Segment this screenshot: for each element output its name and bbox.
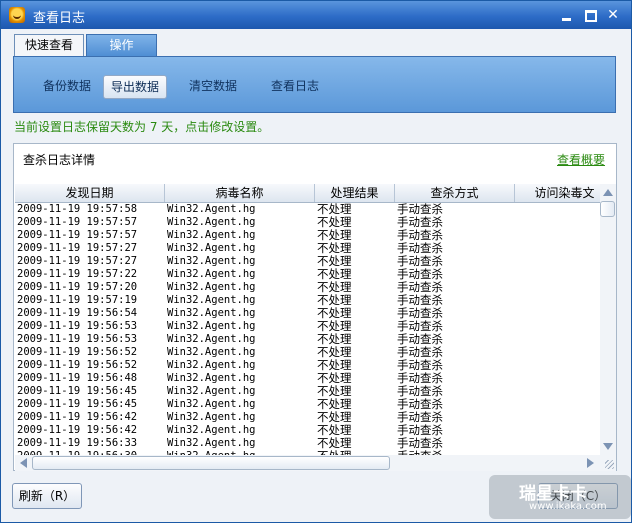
scroll-right-arrow-icon[interactable] [587, 458, 594, 468]
table-row[interactable]: 2009-11-19 19:57:27 Win32.Agent.hg 不处理 手动查杀 [15, 242, 600, 255]
cell-virus-name: Win32.Agent.hg [167, 307, 256, 319]
cell-discovery-date: 2009-11-19 19:57:27 [17, 255, 138, 267]
refresh-button[interactable]: 刷新（R） [12, 483, 82, 509]
cell-discovery-date: 2009-11-19 19:57:20 [17, 281, 138, 293]
table-header: 发现日期 病毒名称 处理结果 查杀方式 访问染毒文 [15, 184, 600, 203]
cell-discovery-date: 2009-11-19 19:57:22 [17, 268, 138, 280]
cell-discovery-date: 2009-11-19 19:57:58 [17, 203, 138, 215]
cell-discovery-date: 2009-11-19 19:57:57 [17, 229, 138, 241]
table-row[interactable]: 2009-11-19 19:57:27 Win32.Agent.hg 不处理 手动查杀 [15, 255, 600, 268]
table-row[interactable]: 2009-11-19 19:56:48 Win32.Agent.hg 不处理 手动查杀 [15, 372, 600, 385]
table-row[interactable]: 2009-11-19 19:57:57 Win32.Agent.hg 不处理 手动查杀 [15, 229, 600, 242]
operations-panel: 备份数据 导出数据 清空数据 查看日志 [13, 56, 616, 113]
column-virus-name[interactable]: 病毒名称 [165, 184, 315, 202]
table-row[interactable]: 2009-11-19 19:56:54 Win32.Agent.hg 不处理 手动查杀 [15, 307, 600, 320]
cell-virus-name: Win32.Agent.hg [167, 320, 256, 332]
scan-log-details: 查杀日志详情 查看概要 发现日期 病毒名称 处理结果 查杀方式 访问染毒文 20… [13, 143, 617, 471]
clear-data-button[interactable]: 清空数据 [177, 75, 249, 97]
close-window-button[interactable]: ✕ [603, 6, 623, 24]
column-discovery-date[interactable]: 发现日期 [15, 184, 165, 202]
minimize-button[interactable] [557, 6, 577, 24]
cell-virus-name: Win32.Agent.hg [167, 424, 256, 436]
cell-virus-name: Win32.Agent.hg [167, 411, 256, 423]
export-data-button[interactable]: 导出数据 [103, 75, 167, 99]
table-row[interactable]: 2009-11-19 19:57:58 Win32.Agent.hg 不处理 手动查杀 [15, 203, 600, 216]
cell-discovery-date: 2009-11-19 19:56:45 [17, 398, 138, 410]
table-row[interactable]: 2009-11-19 19:56:42 Win32.Agent.hg 不处理 手动查杀 [15, 411, 600, 424]
table-row[interactable]: 2009-11-19 19:57:57 Win32.Agent.hg 不处理 手动查杀 [15, 216, 600, 229]
cell-virus-name: Win32.Agent.hg [167, 255, 256, 267]
scroll-left-arrow-icon[interactable] [20, 458, 27, 468]
table-row[interactable]: 2009-11-19 19:56:52 Win32.Agent.hg 不处理 手动查杀 [15, 346, 600, 359]
window-title: 查看日志 [33, 11, 86, 26]
table-row[interactable]: 2009-11-19 19:56:53 Win32.Agent.hg 不处理 手动查杀 [15, 320, 600, 333]
cell-virus-name: Win32.Agent.hg [167, 385, 256, 397]
table-row[interactable]: 2009-11-19 19:56:45 Win32.Agent.hg 不处理 手动查杀 [15, 385, 600, 398]
cell-virus-name: Win32.Agent.hg [167, 268, 256, 280]
horizontal-scrollbar[interactable] [15, 455, 600, 471]
cell-discovery-date: 2009-11-19 19:57:19 [17, 294, 138, 306]
table-row[interactable]: 2009-11-19 19:56:33 Win32.Agent.hg 不处理 手动查杀 [15, 437, 600, 450]
cell-virus-name: Win32.Agent.hg [167, 294, 256, 306]
log-table: 发现日期 病毒名称 处理结果 查杀方式 访问染毒文 2009-11-19 19:… [15, 184, 600, 455]
maximize-icon [585, 10, 597, 22]
tab-operations[interactable]: 操作 [86, 34, 157, 56]
vertical-scroll-thumb[interactable] [600, 201, 615, 217]
cell-discovery-date: 2009-11-19 19:56:53 [17, 333, 138, 345]
table-row[interactable]: 2009-11-19 19:57:20 Win32.Agent.hg 不处理 手动查杀 [15, 281, 600, 294]
cell-virus-name: Win32.Agent.hg [167, 346, 256, 358]
cell-virus-name: Win32.Agent.hg [167, 359, 256, 371]
backup-data-button[interactable]: 备份数据 [31, 75, 103, 97]
column-infected-file[interactable]: 访问染毒文 [515, 184, 600, 202]
details-title: 查杀日志详情 [23, 153, 96, 167]
table-body: 2009-11-19 19:57:58 Win32.Agent.hg 不处理 手动查杀… [15, 203, 600, 455]
cell-virus-name: Win32.Agent.hg [167, 203, 256, 215]
minimize-icon [562, 18, 571, 21]
cell-discovery-date: 2009-11-19 19:56:53 [17, 320, 138, 332]
view-log-button[interactable]: 查看日志 [259, 75, 331, 97]
cell-virus-name: Win32.Agent.hg [167, 229, 256, 241]
cell-discovery-date: 2009-11-19 19:57:27 [17, 242, 138, 254]
column-scan-method[interactable]: 查杀方式 [395, 184, 515, 202]
cell-discovery-date: 2009-11-19 19:56:42 [17, 424, 138, 436]
cell-discovery-date: 2009-11-19 19:56:52 [17, 359, 138, 371]
table-row[interactable]: 2009-11-19 19:57:19 Win32.Agent.hg 不处理 手动查杀 [15, 294, 600, 307]
site-watermark: 瑞星卡卡 www.ikaka.com [489, 475, 631, 519]
table-row[interactable]: 2009-11-19 19:56:52 Win32.Agent.hg 不处理 手动查杀 [15, 359, 600, 372]
cell-virus-name: Win32.Agent.hg [167, 398, 256, 410]
table-row[interactable]: 2009-11-19 19:56:53 Win32.Agent.hg 不处理 手动查杀 [15, 333, 600, 346]
vertical-scrollbar[interactable] [600, 184, 616, 471]
scroll-up-arrow-icon[interactable] [603, 189, 613, 196]
view-summary-link[interactable]: 查看概要 [557, 151, 605, 168]
scroll-down-arrow-icon[interactable] [603, 443, 613, 450]
cell-virus-name: Win32.Agent.hg [167, 372, 256, 384]
watermark-url: www.ikaka.com [529, 501, 607, 512]
cell-virus-name: Win32.Agent.hg [167, 242, 256, 254]
resize-grip-icon[interactable] [600, 455, 616, 471]
cell-discovery-date: 2009-11-19 19:56:52 [17, 346, 138, 358]
horizontal-scroll-thumb[interactable] [32, 456, 390, 470]
close-icon: ✕ [607, 7, 619, 23]
title-bar[interactable]: 查看日志 ✕ [1, 1, 631, 29]
cell-discovery-date: 2009-11-19 19:56:54 [17, 307, 138, 319]
cell-virus-name: Win32.Agent.hg [167, 437, 256, 449]
cell-discovery-date: 2009-11-19 19:56:33 [17, 437, 138, 449]
tab-quick-view[interactable]: 快速查看 [14, 34, 84, 56]
cell-discovery-date: 2009-11-19 19:57:57 [17, 216, 138, 228]
table-row[interactable]: 2009-11-19 19:57:22 Win32.Agent.hg 不处理 手动查杀 [15, 268, 600, 281]
maximize-button[interactable] [580, 6, 600, 24]
log-viewer-window: 查看日志 ✕ 快速查看 操作 备份数据 导出数据 清空数据 查看日志 当前设置日… [0, 0, 632, 523]
table-row[interactable]: 2009-11-19 19:56:45 Win32.Agent.hg 不处理 手动查杀 [15, 398, 600, 411]
column-handling-result[interactable]: 处理结果 [315, 184, 395, 202]
cell-virus-name: Win32.Agent.hg [167, 216, 256, 228]
cell-virus-name: Win32.Agent.hg [167, 333, 256, 345]
cell-discovery-date: 2009-11-19 19:56:42 [17, 411, 138, 423]
table-row[interactable]: 2009-11-19 19:56:42 Win32.Agent.hg 不处理 手动查杀 [15, 424, 600, 437]
cell-discovery-date: 2009-11-19 19:56:48 [17, 372, 138, 384]
app-lion-icon [9, 7, 25, 23]
cell-discovery-date: 2009-11-19 19:56:45 [17, 385, 138, 397]
cell-virus-name: Win32.Agent.hg [167, 281, 256, 293]
retention-settings-link[interactable]: 当前设置日志保留天数为 7 天，点击修改设置。 [14, 118, 269, 135]
